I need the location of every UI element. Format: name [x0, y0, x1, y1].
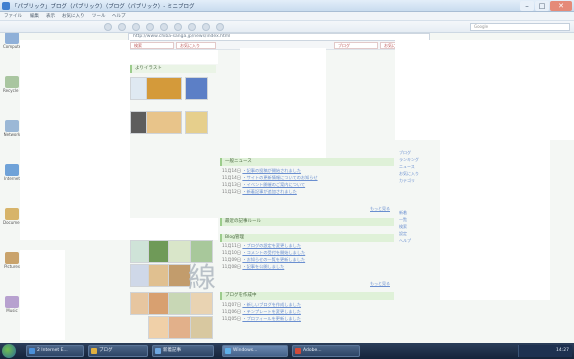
blank-area [130, 50, 218, 64]
refresh-icon[interactable] [132, 23, 140, 31]
print-icon[interactable] [216, 23, 224, 31]
forward-icon[interactable] [118, 23, 126, 31]
news-item[interactable]: 11月09日 ・お知らせの一覧を更新しました [222, 257, 394, 263]
right-link[interactable]: 一覧 [399, 217, 407, 222]
clock[interactable]: 14:27 [556, 348, 569, 353]
blank-area [240, 48, 326, 158]
right-link[interactable]: カテゴリ [399, 178, 415, 183]
news-item[interactable]: 11月14日 ・サイトの更新情報についてのお知らせ [222, 175, 394, 181]
thumbnail[interactable] [168, 316, 191, 339]
right-link[interactable]: お気に入り [399, 171, 419, 176]
right-link[interactable]: 検索 [399, 224, 407, 229]
app-icon [295, 348, 301, 354]
link-tab-blog[interactable]: ブログ [334, 42, 378, 49]
thumbnail[interactable] [146, 77, 182, 100]
link-tab-search[interactable]: 検索 [130, 42, 174, 49]
system-tray: 14:27 [518, 345, 572, 357]
blank-area [20, 40, 130, 240]
blank-area [20, 250, 65, 340]
more-link[interactable]: もっと見る [370, 281, 390, 287]
blank-area [440, 140, 550, 300]
history-icon[interactable] [188, 23, 196, 31]
taskbar-button[interactable]: 新着記事 [152, 345, 214, 357]
news-item[interactable]: 11月14日 ・記事の投稿が開始されました [222, 168, 394, 174]
news-item[interactable]: 11月10日 ・コメントの受付を開始しました [222, 250, 394, 256]
menu-file[interactable]: ファイル [4, 13, 22, 19]
blank-area [395, 40, 574, 140]
taskbar-button-active[interactable]: Windows... [222, 345, 288, 357]
news-item[interactable]: 11月05日 ・プロフィールを更新しました [222, 316, 394, 322]
thumbnail[interactable] [185, 111, 208, 134]
thumbnail[interactable] [168, 292, 191, 315]
news-item[interactable]: 11月06日 ・テンプレートを変更しました [222, 309, 394, 315]
toolbar: Google [0, 21, 574, 33]
close-button[interactable]: ✕ [550, 1, 572, 11]
menu-view[interactable]: 表示 [46, 13, 55, 19]
thumbnail[interactable] [146, 111, 182, 134]
favorites-icon[interactable] [174, 23, 182, 31]
browser-icon [29, 348, 35, 354]
home-icon[interactable] [160, 23, 168, 31]
right-link[interactable]: 設定 [399, 231, 407, 236]
news-item[interactable]: 11月07日 ・新しいブログを作成しました [222, 302, 394, 308]
right-link[interactable]: ランキング [399, 157, 419, 162]
back-icon[interactable] [104, 23, 112, 31]
link-tab-favorites[interactable]: お気に入り [176, 42, 216, 49]
right-link[interactable]: ヘルプ [399, 238, 411, 243]
address-field[interactable]: http://www.chiba-sanga.jp/news/index.htm… [128, 33, 430, 41]
taskbar-button[interactable]: Adobe... [292, 345, 360, 357]
thumbnail[interactable] [185, 77, 208, 100]
news-item[interactable]: 11月12日 ・新着記事が追加されました [222, 189, 394, 195]
window-icon [225, 348, 231, 354]
stop-icon[interactable] [146, 23, 154, 31]
section-header-rules: 最近の記事ルール [220, 218, 394, 226]
blank-area [130, 218, 218, 240]
window-icon [155, 348, 161, 354]
illustration-header: よりイラスト [130, 65, 216, 73]
taskbar: 2 Internet E... ブログ 新着記事 Windows... Adob… [0, 343, 574, 359]
more-link[interactable]: もっと見る [370, 206, 390, 212]
section-header-news: 一般ニュース [220, 158, 394, 166]
right-link[interactable]: ブログ [399, 150, 411, 155]
menu-edit[interactable]: 編集 [30, 13, 39, 19]
menu-help[interactable]: ヘルプ [112, 13, 126, 19]
news-item[interactable]: 11月11日 ・ブログの設定を変更しました [222, 243, 394, 249]
news-item[interactable]: 11月13日 ・イベント開催のご案内について [222, 182, 394, 188]
folder-icon [91, 348, 97, 354]
start-button[interactable] [2, 344, 16, 358]
menu-tools[interactable]: ツール [92, 13, 106, 19]
mail-icon[interactable] [202, 23, 210, 31]
browser-icon [2, 2, 10, 10]
maximize-button[interactable]: □ [535, 1, 549, 11]
thumbnail[interactable] [190, 292, 213, 315]
right-link[interactable]: ニュース [399, 164, 415, 169]
menu-bar: ファイル 編集 表示 お気に入り ツール ヘルプ [0, 12, 574, 21]
thumbnail[interactable] [190, 316, 213, 339]
title-bar[interactable]: 「パブリック」ブログ（パブリック）（ブログ（パブリック）- ミニブログ – □ … [0, 0, 574, 12]
search-input[interactable]: Google [470, 23, 570, 31]
news-item[interactable]: 11月08日 ・記事を公開しました [222, 264, 394, 270]
taskbar-button[interactable]: 2 Internet E... [26, 345, 84, 357]
right-link[interactable]: 新着 [399, 210, 407, 215]
minimize-button[interactable]: – [520, 1, 534, 11]
section-header-create: ブログを作成中 [220, 292, 394, 300]
window-title: 「パブリック」ブログ（パブリック）（ブログ（パブリック）- ミニブログ [12, 4, 195, 10]
section-header-blog: Blog管理 [220, 234, 394, 242]
menu-favorites[interactable]: お気に入り [62, 13, 85, 19]
taskbar-button[interactable]: ブログ [88, 345, 148, 357]
